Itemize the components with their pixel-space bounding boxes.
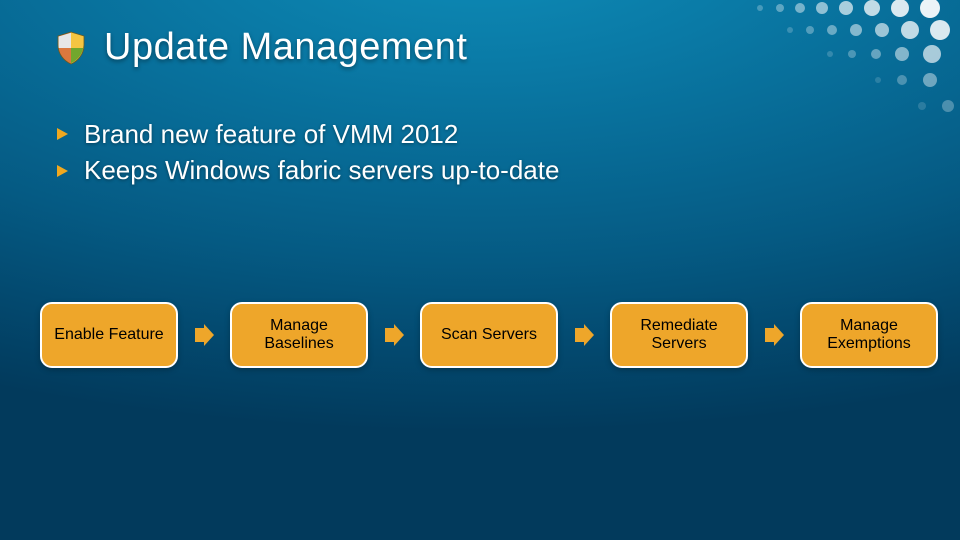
- bullet-item: Keeps Windows fabric servers up-to-date: [56, 152, 559, 188]
- bullet-text: Keeps Windows fabric servers up-to-date: [84, 152, 559, 188]
- flow-arrow-icon: [573, 324, 595, 346]
- title-row: Update Management: [56, 26, 467, 69]
- process-flow: Enable Feature Manage Baselines Scan Ser…: [40, 302, 938, 368]
- flow-step-scan-servers: Scan Servers: [420, 302, 558, 368]
- bullet-list: Brand new feature of VMM 2012 Keeps Wind…: [56, 116, 559, 189]
- flow-step-enable-feature: Enable Feature: [40, 302, 178, 368]
- bullet-arrow-icon: [56, 127, 70, 141]
- flow-step-manage-baselines: Manage Baselines: [230, 302, 368, 368]
- slide: Update Management Brand new feature of V…: [0, 0, 960, 540]
- flow-step-remediate-servers: Remediate Servers: [610, 302, 748, 368]
- flow-arrow-icon: [193, 324, 215, 346]
- flow-step-manage-exemptions: Manage Exemptions: [800, 302, 938, 368]
- bullet-item: Brand new feature of VMM 2012: [56, 116, 559, 152]
- flow-arrow-icon: [383, 324, 405, 346]
- bullet-arrow-icon: [56, 164, 70, 178]
- flow-arrow-icon: [763, 324, 785, 346]
- slide-title: Update Management: [104, 26, 467, 69]
- corner-dots-decoration: [700, 0, 960, 120]
- shield-icon: [56, 31, 86, 65]
- bullet-text: Brand new feature of VMM 2012: [84, 116, 458, 152]
